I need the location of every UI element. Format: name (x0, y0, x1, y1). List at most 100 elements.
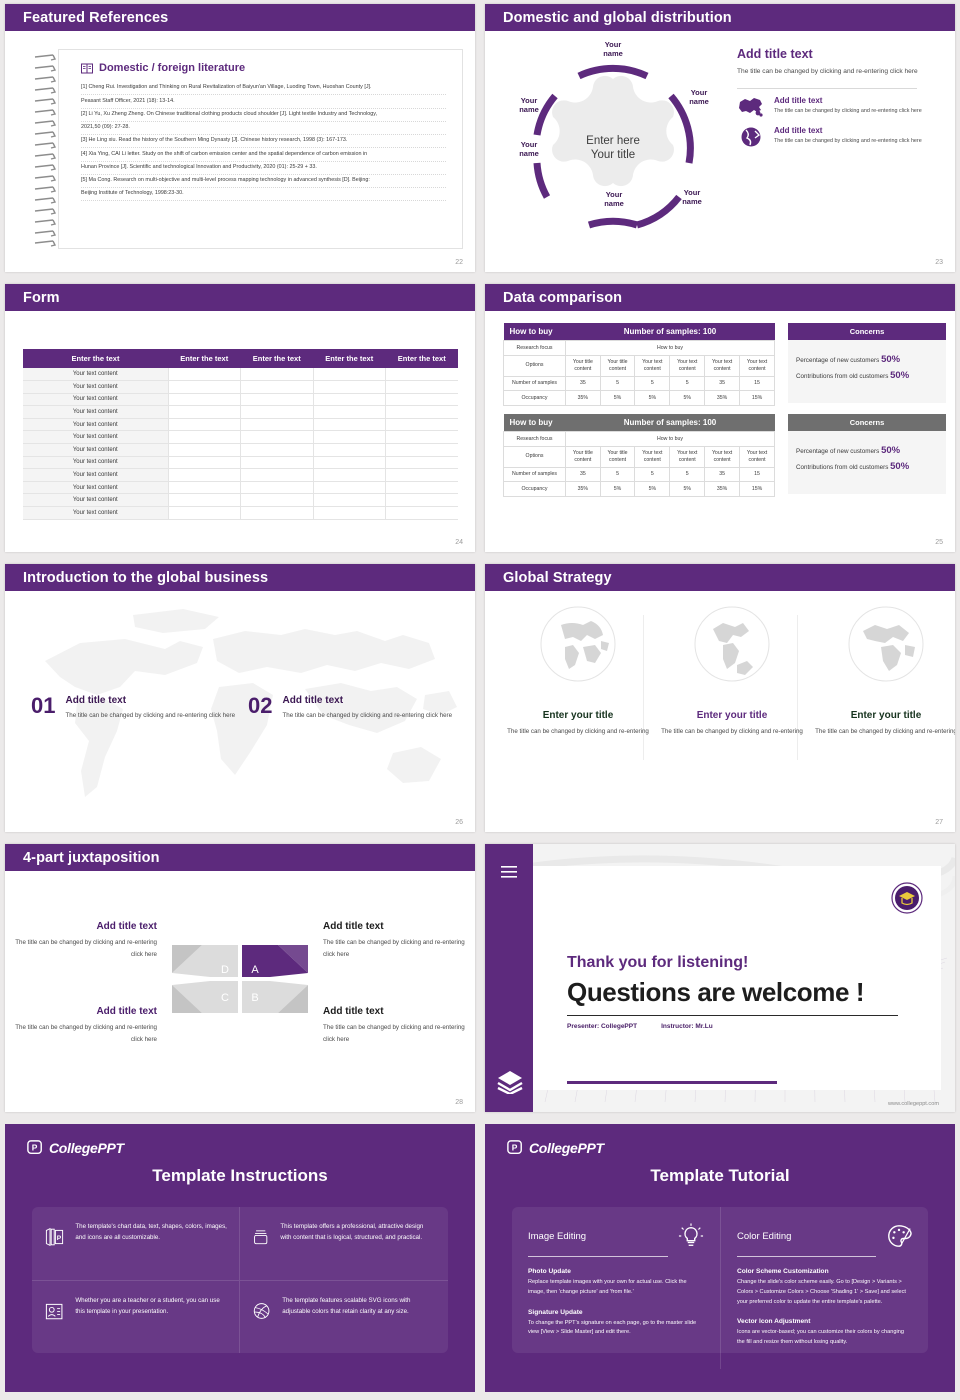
comparison-table[interactable]: How to buy Number of samples: 100 Research… (503, 414, 775, 497)
table-cell[interactable] (240, 443, 314, 457)
table-cell[interactable] (168, 430, 241, 445)
slide-global-business[interactable]: Introduction to the global business 01 A… (5, 564, 475, 832)
table-row[interactable]: Your text content (23, 430, 458, 445)
table-cell[interactable] (313, 493, 386, 508)
slide-thanks[interactable]: Thank you for listening! Questions are w… (485, 844, 955, 1112)
comparison-table[interactable]: How to buy Number of samples: 100 Research… (503, 323, 775, 406)
table-cell[interactable] (313, 430, 386, 445)
table-cell[interactable] (168, 468, 241, 482)
table-column-header[interactable]: Enter the text (313, 349, 386, 368)
table-cell[interactable] (240, 481, 314, 495)
table-cell[interactable] (313, 481, 386, 495)
list-item[interactable]: Add title text The title can be changed … (737, 96, 937, 118)
slide-juxtaposition[interactable]: 4-part juxtaposition A B C D Add title t… (5, 844, 475, 1112)
slide-distribution[interactable]: Domestic and global distribution Your nam… (485, 4, 955, 272)
table-cell[interactable] (313, 506, 386, 520)
table-column-header[interactable]: Enter the text (23, 349, 168, 368)
table-cell[interactable] (240, 405, 314, 419)
table-cell[interactable] (240, 393, 314, 407)
table-row[interactable]: Your text content (23, 493, 458, 508)
table-cell[interactable] (168, 481, 241, 495)
table-cell[interactable] (168, 506, 241, 520)
table-cell[interactable] (168, 368, 241, 382)
table-row[interactable]: Your text content (23, 506, 458, 520)
table-row[interactable]: Your text content (23, 468, 458, 482)
table-cell[interactable] (385, 493, 458, 508)
table-cell[interactable] (313, 443, 386, 457)
table-cell[interactable] (240, 468, 314, 482)
table-cell[interactable] (385, 443, 458, 457)
strategy-column[interactable]: Enter your title The title can be change… (811, 605, 955, 738)
slide-comparison[interactable]: Data comparison How to buy Number of samp… (485, 284, 955, 552)
table-cell[interactable] (313, 393, 386, 407)
table-cell[interactable] (313, 468, 386, 482)
slide-form[interactable]: Form Enter the text Enter the text Enter t… (5, 284, 475, 552)
juxtaposition-quadrant-bottom-left[interactable]: Add title text The title can be changed … (5, 1006, 157, 1046)
table-cell[interactable] (385, 430, 458, 445)
table-cell[interactable] (240, 493, 314, 508)
table-cell[interactable] (313, 368, 386, 382)
table-cell[interactable]: Your text content (23, 443, 169, 457)
list-item[interactable]: Add title text The title can be changed … (737, 126, 937, 148)
table-cell[interactable]: Your text content (23, 430, 169, 445)
table-cell[interactable] (313, 418, 386, 432)
table-row[interactable]: Your text content (23, 380, 458, 394)
table-cell[interactable] (168, 443, 241, 457)
table-cell[interactable] (240, 430, 314, 445)
global-business-item[interactable]: 02 Add title text The title can be chang… (248, 695, 452, 722)
table-row[interactable]: Your text content (23, 368, 458, 382)
table-cell[interactable] (385, 380, 458, 394)
table-cell[interactable] (168, 405, 241, 419)
table-cell[interactable] (240, 380, 314, 394)
table-row[interactable]: Your text content (23, 405, 458, 419)
table-row[interactable]: Your text content (23, 418, 458, 432)
slide-global-strategy[interactable]: Global Strategy Enter your title The tit… (485, 564, 955, 832)
table-cell[interactable]: Your text content (23, 380, 169, 394)
table-cell[interactable] (313, 405, 386, 419)
table-cell[interactable] (385, 468, 458, 482)
table-cell[interactable]: Your text content (23, 468, 169, 482)
juxtaposition-quadrant-top-left[interactable]: Add title text The title can be changed … (5, 921, 157, 961)
table-column-header[interactable]: Enter the text (168, 349, 241, 368)
strategy-column[interactable]: Enter your title The title can be change… (657, 605, 807, 738)
table-cell[interactable] (385, 393, 458, 407)
table-cell[interactable] (385, 481, 458, 495)
slide-references[interactable]: Featured References Domestic / foreign l… (5, 4, 475, 272)
table-cell[interactable] (168, 493, 241, 508)
global-business-item[interactable]: 01 Add title text The title can be chang… (31, 695, 235, 722)
table-cell[interactable]: Your text content (23, 506, 169, 520)
table-cell[interactable] (313, 456, 386, 470)
table-cell[interactable]: Your text content (23, 368, 169, 382)
table-cell[interactable] (240, 368, 314, 382)
table-column-header[interactable]: Enter the text (240, 349, 313, 368)
table-cell[interactable]: Your text content (23, 493, 169, 508)
form-table[interactable]: Enter the text Enter the text Enter the te… (23, 349, 458, 520)
juxtaposition-quadrant-bottom-right[interactable]: Add title text The title can be changed … (323, 1006, 475, 1046)
table-cell[interactable]: Your text content (23, 481, 169, 495)
table-row[interactable]: Your text content (23, 443, 458, 457)
table-cell[interactable] (385, 506, 458, 520)
table-column-header[interactable]: Enter the text (385, 349, 458, 368)
table-cell[interactable]: Your text content (23, 393, 169, 407)
table-cell[interactable] (385, 405, 458, 419)
table-cell[interactable] (385, 456, 458, 470)
table-cell[interactable]: Your text content (23, 418, 169, 432)
table-cell[interactable] (168, 456, 241, 470)
table-row[interactable]: Your text content (23, 456, 458, 470)
table-cell[interactable]: Your text content (23, 456, 169, 470)
table-cell[interactable]: Your text content (23, 405, 169, 419)
hamburger-icon[interactable] (501, 866, 517, 878)
table-cell[interactable] (240, 456, 314, 470)
table-cell[interactable] (168, 418, 241, 432)
table-cell[interactable] (240, 506, 314, 520)
table-cell[interactable] (168, 380, 241, 394)
table-cell[interactable] (240, 418, 314, 432)
table-cell[interactable] (385, 368, 458, 382)
table-row[interactable]: Your text content (23, 393, 458, 407)
table-row[interactable]: Your text content (23, 481, 458, 495)
table-cell[interactable] (313, 380, 386, 394)
table-cell[interactable] (385, 418, 458, 432)
table-cell[interactable] (168, 393, 241, 407)
layers-icon[interactable] (497, 1070, 523, 1094)
strategy-column[interactable]: Enter your title The title can be change… (503, 605, 653, 738)
